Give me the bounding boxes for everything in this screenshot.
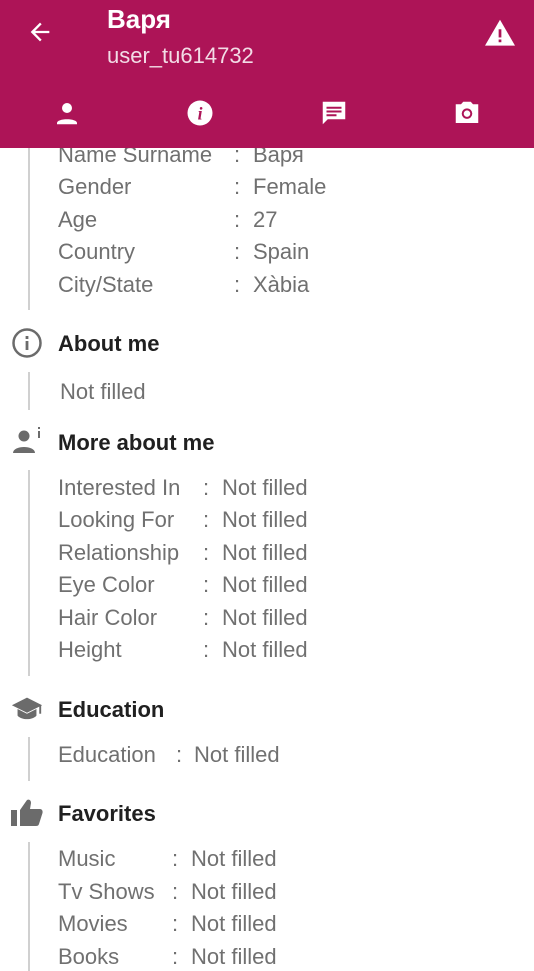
thumb-up-icon [10, 796, 44, 830]
tab-profile[interactable] [0, 90, 134, 140]
about-value: Not filled [60, 379, 146, 404]
section-title-more: More about me [58, 430, 215, 455]
section-rail [28, 842, 30, 971]
app-bar: Варя user_tu614732 i [0, 0, 534, 148]
tab-photos[interactable] [401, 90, 534, 140]
section-title-education: Education [58, 697, 165, 722]
section-title-favorites: Favorites [58, 801, 156, 826]
camera-icon [452, 98, 482, 133]
section-title-about: About me [58, 331, 160, 356]
tab-messages[interactable] [267, 90, 401, 140]
chat-icon [319, 98, 349, 133]
person-info-icon [10, 425, 44, 459]
warning-icon [483, 17, 517, 52]
info-outline-icon [10, 326, 44, 360]
svg-text:i: i [198, 103, 203, 123]
graduation-cap-icon [10, 692, 44, 726]
back-button[interactable] [20, 14, 60, 54]
person-icon [52, 98, 82, 133]
section-rail [28, 140, 30, 310]
section-rail [28, 372, 30, 410]
info-icon: i [185, 98, 215, 133]
tab-info[interactable]: i [134, 90, 268, 140]
username: user_tu614732 [107, 43, 254, 68]
page-title: Варя [107, 4, 171, 34]
arrow-left-icon [26, 18, 54, 51]
section-rail [28, 470, 30, 676]
profile-tabs: i [0, 90, 534, 140]
report-button[interactable] [480, 14, 520, 54]
section-rail [28, 737, 30, 781]
